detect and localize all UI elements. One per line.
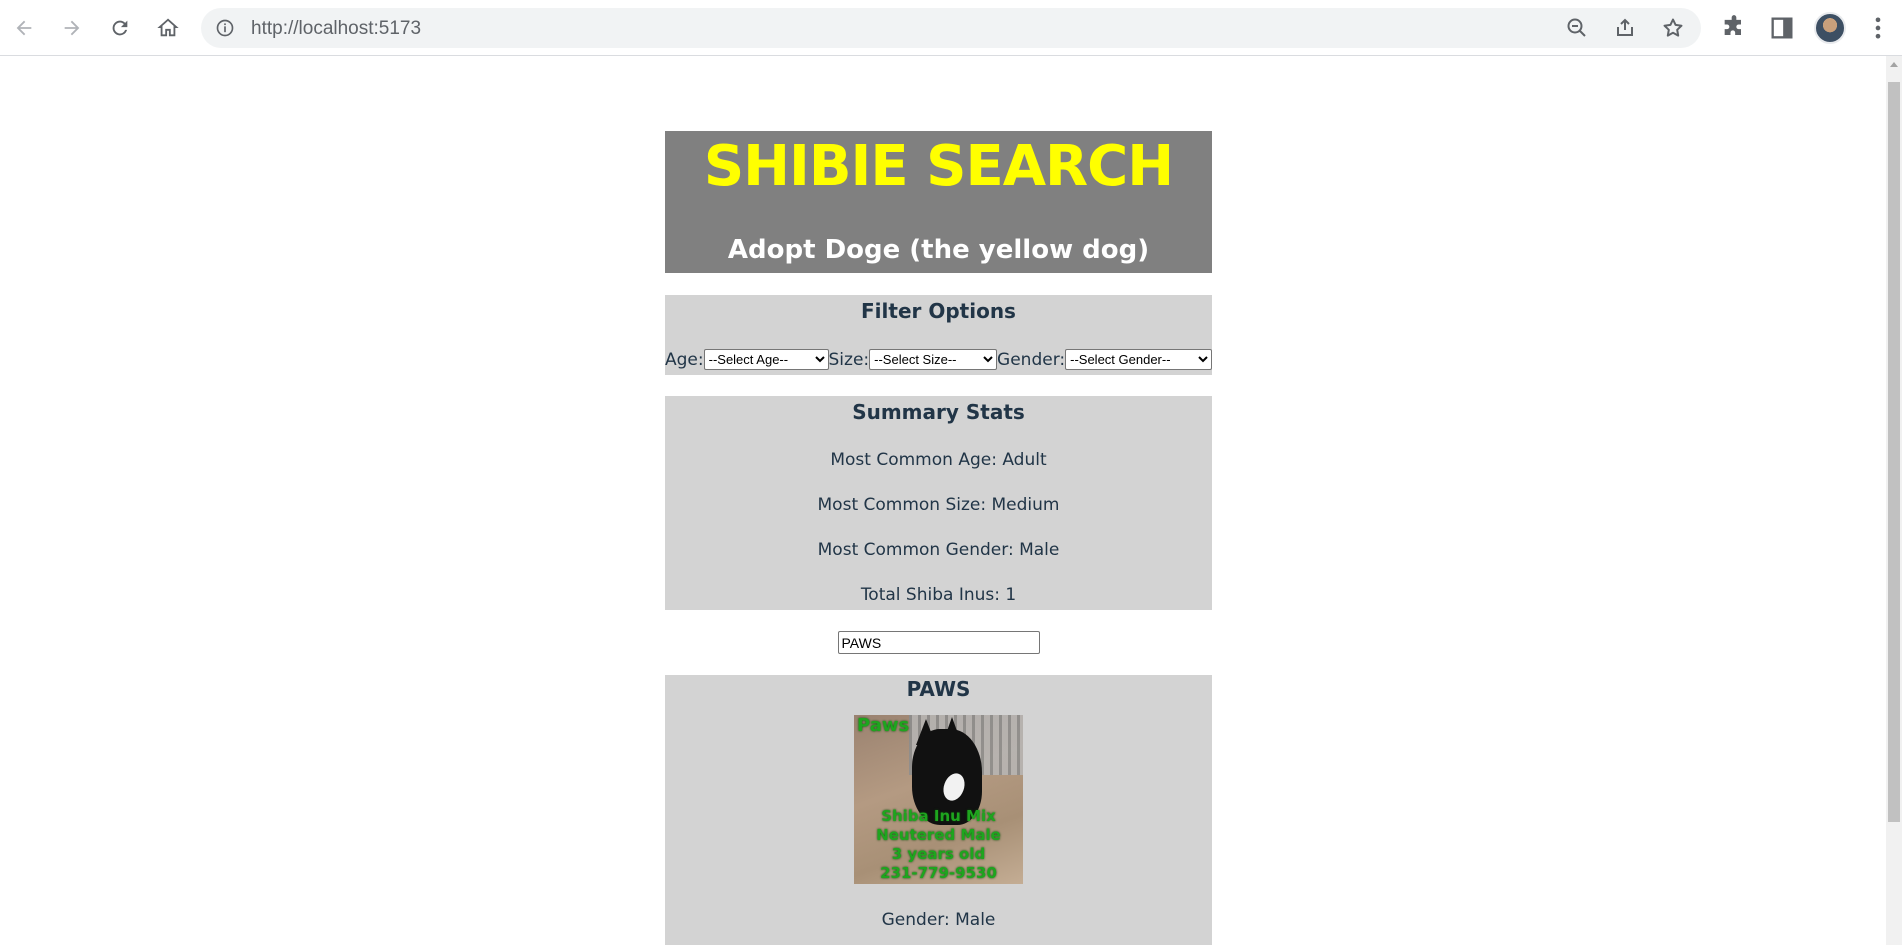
size-label: Size: — [828, 349, 870, 370]
photo-caption-phone: 231-779-9530 — [880, 864, 997, 882]
age-select[interactable]: --Select Age-- — [703, 349, 829, 370]
stat-common-gender: Most Common Gender: Male — [817, 540, 1060, 560]
app-container: SHIBIE SEARCH Adopt Doge (the yellow dog… — [665, 131, 1213, 945]
stat-common-age: Most Common Age: Adult — [830, 450, 1047, 470]
side-panel-icon[interactable] — [1768, 14, 1796, 42]
more-menu-icon[interactable] — [1864, 14, 1892, 42]
home-button[interactable] — [152, 12, 184, 44]
extensions-icon[interactable] — [1720, 14, 1748, 42]
stat-total: Total Shiba Inus: 1 — [860, 585, 1017, 605]
filter-row: Age: --Select Age-- Size: --Select Size-… — [665, 349, 1213, 370]
scrollbar-thumb[interactable] — [1888, 82, 1900, 822]
star-icon[interactable] — [1661, 16, 1685, 40]
back-button[interactable] — [8, 12, 40, 44]
search-wrapper — [665, 631, 1212, 655]
stat-common-size: Most Common Size: Medium — [817, 495, 1060, 515]
reload-button[interactable] — [104, 12, 136, 44]
profile-avatar[interactable] — [1814, 12, 1846, 44]
filter-heading: Filter Options — [861, 299, 1016, 323]
info-icon[interactable] — [215, 18, 235, 38]
dog-name: PAWS — [906, 677, 971, 701]
dog-card: PAWS Paws Shiba Inu Mix Neutered Male 3 … — [665, 675, 1212, 945]
arrow-left-icon — [16, 20, 32, 36]
gender-label: Gender: — [997, 349, 1066, 370]
share-icon[interactable] — [1613, 16, 1637, 40]
gender-select[interactable]: --Select Gender-- — [1065, 349, 1213, 370]
arrow-right-icon — [64, 20, 80, 36]
page-viewport: SHIBIE SEARCH Adopt Doge (the yellow dog… — [0, 56, 1886, 945]
app-subtitle: Adopt Doge (the yellow dog) — [727, 235, 1150, 265]
photo-caption-sex: Neutered Male — [876, 826, 1001, 844]
zoom-out-icon[interactable] — [1565, 16, 1589, 40]
stats-heading: Summary Stats — [852, 400, 1025, 424]
vertical-scrollbar[interactable] — [1886, 56, 1902, 945]
home-icon — [157, 18, 179, 37]
summary-stats-panel: Summary Stats Most Common Age: Adult Mos… — [665, 396, 1212, 610]
dog-photo: Paws Shiba Inu Mix Neutered Male 3 years… — [854, 715, 1023, 884]
reload-icon — [112, 20, 128, 36]
photo-caption-breed: Shiba Inu Mix — [881, 807, 996, 825]
age-label: Age: — [665, 349, 704, 370]
size-select[interactable]: --Select Size-- — [869, 349, 998, 370]
photo-caption-name: Paws — [857, 715, 910, 736]
scroll-up-arrow-icon[interactable] — [1890, 62, 1898, 67]
dog-gender: Gender: Male — [881, 910, 996, 930]
filter-panel: Filter Options Age: --Select Age-- Size:… — [665, 295, 1213, 375]
address-bar[interactable]: http://localhost:5173 — [201, 8, 1701, 48]
app-title: SHIBIE SEARCH — [703, 134, 1174, 199]
photo-caption-age: 3 years old — [891, 845, 986, 863]
browser-toolbar: http://localhost:5173 — [0, 0, 1902, 56]
url-text[interactable]: http://localhost:5173 — [251, 18, 421, 40]
app-header: SHIBIE SEARCH Adopt Doge (the yellow dog… — [665, 131, 1212, 273]
search-input[interactable] — [837, 631, 1040, 654]
forward-button[interactable] — [56, 12, 88, 44]
